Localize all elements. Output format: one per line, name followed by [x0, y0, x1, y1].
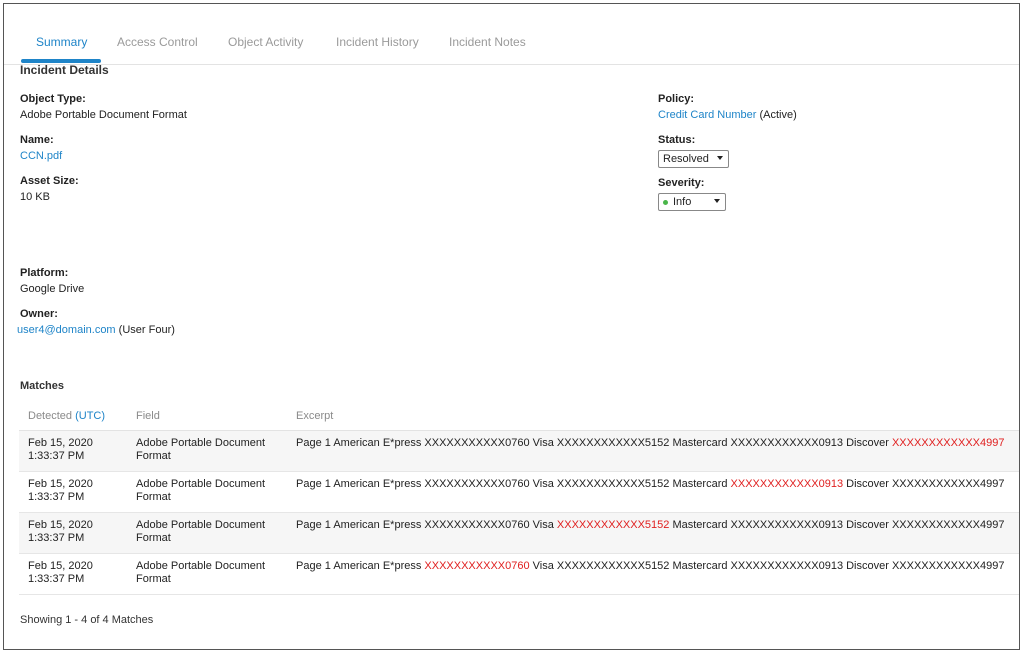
status-dropdown[interactable]: Resolved [658, 150, 729, 168]
policy-label: Policy: [658, 93, 695, 105]
platform-value: Google Drive [20, 283, 85, 295]
excerpt-text: Visa XXXXXXXXXXXX5152 Mastercard XXXXXXX… [529, 560, 1005, 572]
excerpt-text: Page 1 American E*press XXXXXXXXXXX0760 … [296, 478, 731, 490]
excerpt-cell: Page 1 American E*press XXXXXXXXXXX0760 … [296, 519, 1004, 532]
object-type-label: Object Type: [20, 93, 86, 105]
excerpt-text: Page 1 American E*press XXXXXXXXXXX0760 … [296, 519, 557, 531]
pagination-summary: Showing 1 - 4 of 4 Matches [20, 614, 154, 626]
tab-bar: Summary Access Control Object Activity I… [4, 4, 1019, 65]
tab-incident-history[interactable]: Incident History [336, 35, 419, 49]
excerpt-cell: Page 1 American E*press XXXXXXXXXXX0760 … [296, 437, 1004, 450]
column-header-excerpt[interactable]: Excerpt [296, 410, 333, 422]
utc-timezone-link[interactable]: (UTC) [75, 410, 105, 422]
excerpt-text: Mastercard XXXXXXXXXXXX0913 Discover XXX… [669, 519, 1005, 531]
detected-cell: Feb 15, 2020 1:33:37 PM [28, 437, 93, 462]
status-selected-value: Resolved [663, 153, 709, 165]
severity-selected-value: Info [673, 196, 692, 208]
matches-table: Detected (UTC) Field Excerpt Feb 15, 202… [19, 402, 1019, 595]
excerpt-cell: Page 1 American E*press XXXXXXXXXXX0760 … [296, 560, 1004, 573]
owner-email-link[interactable]: user4@domain.com [17, 324, 116, 336]
table-row[interactable]: Feb 15, 2020 1:33:37 PM Adobe Portable Doc… [19, 431, 1019, 472]
tab-object-activity[interactable]: Object Activity [228, 35, 303, 49]
excerpt-text: Page 1 American E*press XXXXXXXXXXX0760 … [296, 437, 892, 449]
excerpt-cell: Page 1 American E*press XXXXXXXXXXX0760 … [296, 478, 1004, 491]
excerpt-match-highlight: XXXXXXXXXXXX0913 [730, 478, 844, 490]
excerpt-text: Discover XXXXXXXXXXXX4997 [843, 478, 1005, 490]
field-cell: Adobe Portable Document Format [136, 478, 266, 503]
table-row[interactable]: Feb 15, 2020 1:33:37 PM Adobe Portable Doc… [19, 513, 1019, 554]
incident-panel: Summary Access Control Object Activity I… [3, 3, 1020, 650]
excerpt-text: Page 1 American E*press [296, 560, 425, 572]
tab-access-control[interactable]: Access Control [117, 35, 198, 49]
tab-summary[interactable]: Summary [36, 35, 87, 49]
owner-label: Owner: [20, 308, 58, 320]
field-cell: Adobe Portable Document Format [136, 519, 266, 544]
owner-name: (User Four) [118, 324, 175, 336]
status-label: Status: [658, 134, 696, 146]
chevron-down-icon [714, 199, 720, 203]
field-cell: Adobe Portable Document Format [136, 560, 266, 585]
incident-details-title: Incident Details [20, 63, 109, 77]
chevron-down-icon [717, 156, 723, 160]
file-name-link[interactable]: CCN.pdf [20, 150, 62, 162]
name-label: Name: [20, 134, 54, 146]
column-header-detected[interactable]: Detected (UTC) [28, 410, 105, 422]
tab-incident-notes[interactable]: Incident Notes [449, 35, 526, 49]
policy-value: Credit Card Number (Active) [658, 109, 797, 121]
policy-state: (Active) [759, 109, 797, 121]
excerpt-match-highlight: XXXXXXXXXXXX5152 [556, 519, 670, 531]
column-header-field[interactable]: Field [136, 410, 160, 422]
field-cell: Adobe Portable Document Format [136, 437, 266, 462]
severity-dropdown[interactable]: Info [658, 193, 726, 211]
platform-label: Platform: [20, 267, 69, 279]
owner-value: user4@domain.com (User Four) [17, 324, 175, 336]
asset-size-label: Asset Size: [20, 175, 79, 187]
table-header: Detected (UTC) Field Excerpt [19, 402, 1019, 431]
matches-title: Matches [20, 380, 65, 392]
object-type-value: Adobe Portable Document Format [20, 109, 187, 121]
excerpt-match-highlight: XXXXXXXXXXXX4997 [891, 437, 1005, 449]
severity-label: Severity: [658, 177, 705, 189]
table-body: Feb 15, 2020 1:33:37 PM Adobe Portable Doc… [19, 431, 1019, 595]
policy-link[interactable]: Credit Card Number [658, 109, 756, 121]
detected-cell: Feb 15, 2020 1:33:37 PM [28, 478, 93, 503]
detected-cell: Feb 15, 2020 1:33:37 PM [28, 560, 93, 585]
excerpt-match-highlight: XXXXXXXXXXX0760 [424, 560, 530, 572]
severity-dot-icon [663, 199, 668, 205]
table-row[interactable]: Feb 15, 2020 1:33:37 PM Adobe Portable Doc… [19, 554, 1019, 595]
detected-cell: Feb 15, 2020 1:33:37 PM [28, 519, 93, 544]
table-row[interactable]: Feb 15, 2020 1:33:37 PM Adobe Portable Doc… [19, 472, 1019, 513]
asset-size-value: 10 KB [20, 191, 50, 203]
